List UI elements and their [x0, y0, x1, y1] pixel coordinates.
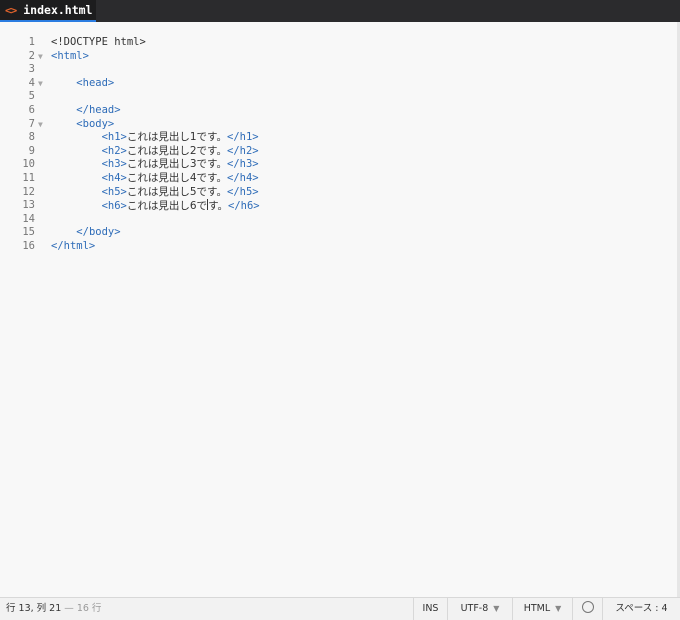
chevron-down-icon: ▼ [555, 604, 562, 613]
line-number: 7 ▼ [28, 117, 43, 132]
fold-arrow-icon[interactable]: ▼ [38, 77, 43, 91]
linter-status-button[interactable] [572, 598, 602, 620]
status-bar: 行 13, 列 21 — 16 行 INS UTF-8 ▼ HTML ▼ スペース … [0, 597, 680, 620]
line-count: — 16 行 [64, 603, 102, 614]
language-select[interactable]: HTML ▼ [512, 598, 572, 620]
code-line: </html> [51, 239, 96, 252]
language-label: HTML [523, 603, 551, 614]
tab-label: index.html [23, 3, 93, 17]
line-number: 15 [22, 226, 35, 239]
code-line: </head> [76, 103, 121, 116]
code-line: <head> [76, 76, 115, 89]
code-line: <h6>これは見出し6です。</h6> [101, 199, 260, 213]
line-number: 1 [28, 36, 35, 48]
line-number: 6 [28, 103, 35, 116]
line-number: 14 [22, 212, 35, 225]
code-line: <h4>これは見出し4です。</h4> [101, 171, 259, 184]
code-line: <html> [51, 49, 89, 62]
line-number-gutter: 1 2 ▼ 3 4 ▼ 5 6 7 ▼ 8 9 10 11 12 13 14 15 1… [0, 36, 48, 254]
line-number: 2 ▼ [28, 49, 43, 64]
line-number: 4 ▼ [28, 76, 43, 91]
line-number: 8 [28, 131, 35, 144]
code-line: <h5>これは見出し5です。</h5> [101, 185, 259, 198]
code-editor[interactable]: 1 2 ▼ 3 4 ▼ 5 6 7 ▼ 8 9 10 11 12 13 14 15 1… [0, 22, 677, 597]
line-number: 5 [28, 90, 35, 103]
cursor-position: 行 13, 列 21 — 16 行 [6, 598, 101, 620]
encoding-select[interactable]: UTF-8 ▼ [447, 598, 512, 620]
code-line: <!DOCTYPE html> [51, 36, 146, 48]
tab-index-html[interactable]: <> index.html [0, 0, 96, 22]
code-file-icon: <> [5, 3, 17, 17]
fold-arrow-icon[interactable]: ▼ [38, 118, 43, 132]
brackets-editor-window: <> index.html 1 2 ▼ 3 4 ▼ 5 6 7 ▼ 8 9 10 11… [0, 0, 680, 620]
code-line: <h3>これは見出し3です。</h3> [101, 158, 259, 171]
insert-mode-label: INS [422, 603, 439, 614]
line-number: 10 [22, 158, 35, 171]
circle-status-icon [581, 601, 594, 613]
tab-bar: <> index.html [0, 0, 680, 22]
code-line: <h1>これは見出し1です。</h1> [101, 131, 259, 144]
code-area[interactable]: <!DOCTYPE html> <html> <head> </head> <b… [51, 36, 671, 254]
line-number: 13 [22, 199, 35, 212]
fold-arrow-icon[interactable]: ▼ [38, 50, 43, 64]
line-number: 16 [22, 239, 35, 252]
line-number: 12 [22, 185, 35, 198]
insert-mode-toggle[interactable]: INS [413, 598, 447, 620]
indent-label: スペース : 4 [615, 603, 668, 614]
line-number: 3 [28, 63, 35, 76]
code-line: <body> [76, 117, 115, 130]
code-line: </body> [76, 226, 121, 239]
cursor-position-label: 行 13, 列 21 [6, 603, 62, 614]
line-number: 9 [28, 144, 35, 157]
line-number: 11 [22, 171, 35, 184]
code-line: <h2>これは見出し2です。</h2> [101, 144, 259, 157]
chevron-down-icon: ▼ [493, 604, 500, 613]
indent-setting[interactable]: スペース : 4 [602, 598, 680, 620]
encoding-label: UTF-8 [460, 603, 489, 614]
